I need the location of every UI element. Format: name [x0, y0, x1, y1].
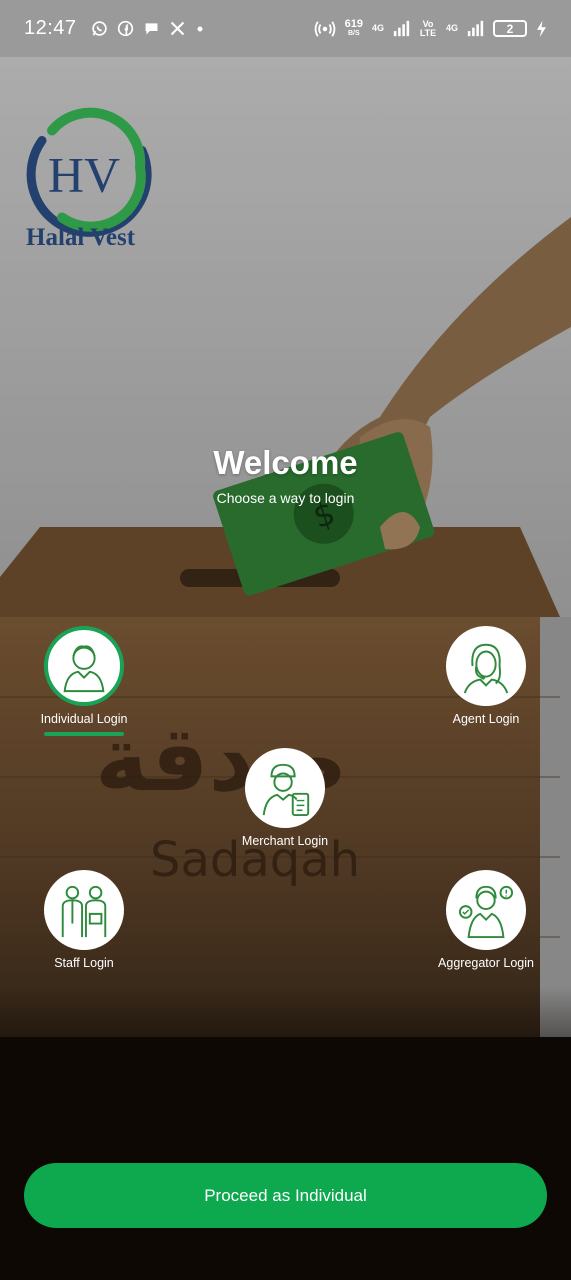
logo-name: Halal Vest [26, 224, 136, 251]
merchant-icon [262, 763, 310, 817]
staff-icon-circle[interactable] [44, 870, 124, 950]
x-icon [170, 21, 184, 36]
signal-icon [467, 20, 484, 37]
aggregator-icon [458, 885, 514, 939]
login-option-label: Agent Login [452, 712, 520, 726]
login-option-staff[interactable]: Staff Login [14, 870, 154, 970]
sim2-label: 4G [445, 23, 458, 33]
signal-icon [393, 20, 410, 37]
individual-icon-circle[interactable] [44, 626, 124, 706]
agent-icon [463, 643, 509, 694]
proceed-button[interactable]: Proceed as Individual [24, 1163, 547, 1228]
welcome-subtitle: Choose a way to login [216, 490, 355, 506]
whatsapp-icon [91, 21, 107, 36]
login-option-label: Individual Login [40, 712, 128, 726]
individual-icon [63, 645, 105, 693]
volte-label: Vo LTE [419, 18, 437, 38]
login-option-label: Staff Login [54, 956, 114, 970]
hotspot-icon [314, 20, 335, 37]
sim1-label: 4G [371, 23, 384, 33]
login-option-label: Aggregator Login [438, 956, 534, 970]
login-option-agent[interactable]: Agent Login [416, 626, 556, 726]
battery-indicator: 2 [493, 20, 527, 37]
login-option-individual[interactable]: Individual Login [14, 626, 154, 736]
dot-icon [197, 26, 203, 31]
system-icons: 619 B/S 4G Vo LTE 4G 2 [314, 17, 547, 38]
aggregator-icon-circle[interactable] [446, 870, 526, 950]
welcome-title: Welcome [213, 444, 358, 481]
charging-icon [537, 20, 546, 37]
notification-icons [91, 20, 205, 37]
login-option-label: Merchant Login [241, 834, 329, 848]
net-speed: 619 B/S [344, 17, 363, 37]
status-bar: 12:47 619 B/S 4G Vo LTE 4G 2 [0, 0, 571, 57]
logo-monogram: HV [48, 147, 120, 203]
login-option-merchant[interactable]: Merchant Login [215, 748, 355, 848]
chat-icon [145, 23, 158, 35]
selected-indicator [44, 732, 124, 736]
agent-icon-circle[interactable] [446, 626, 526, 706]
merchant-icon-circle[interactable] [245, 748, 325, 828]
status-time: 12:47 [24, 17, 77, 39]
facebook-icon [117, 20, 133, 37]
login-option-aggregator[interactable]: Aggregator Login [416, 870, 556, 970]
staff-icon [61, 885, 107, 938]
